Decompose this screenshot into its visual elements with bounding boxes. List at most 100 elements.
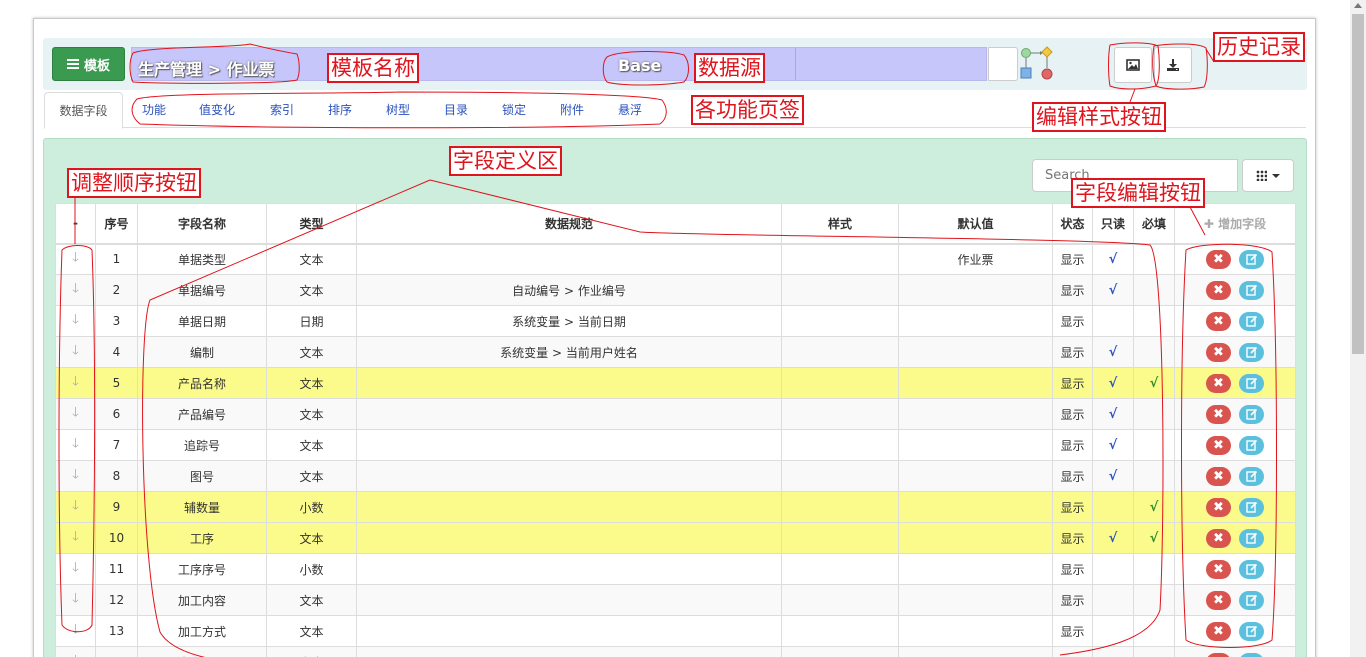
delete-field-button[interactable]: ✖ (1206, 528, 1231, 548)
row-field-type: 小数 (266, 491, 357, 523)
close-icon: ✖ (1213, 344, 1224, 360)
delete-field-button[interactable]: ✖ (1206, 249, 1231, 269)
row-field-name[interactable]: 生产单元 (137, 646, 267, 657)
row-field-name[interactable]: 图号 (137, 460, 267, 492)
tab-value-change[interactable]: 值变化 (199, 101, 235, 118)
move-down-handle[interactable]: 🡓 (55, 646, 96, 657)
tab-data-fields[interactable]: 数据字段 (44, 92, 123, 129)
edit-field-button[interactable] (1239, 528, 1264, 548)
delete-field-button[interactable]: ✖ (1206, 311, 1231, 331)
move-down-handle[interactable]: 🡓 (55, 429, 96, 461)
move-down-handle[interactable]: 🡓 (55, 460, 96, 492)
edit-field-button[interactable] (1239, 652, 1264, 657)
move-down-handle[interactable]: 🡓 (55, 274, 96, 306)
row-field-name[interactable]: 追踪号 (137, 429, 267, 461)
table-row: 🡓 6 产品编号 文本 显示 √ ✖ (55, 398, 1296, 430)
delete-field-button[interactable]: ✖ (1206, 404, 1231, 424)
template-button[interactable]: 模板 (52, 47, 125, 81)
move-down-handle[interactable]: 🡓 (55, 243, 96, 275)
template-button-label: 模板 (83, 58, 110, 74)
delete-field-button[interactable]: ✖ (1206, 373, 1231, 393)
column-toggle-button[interactable] (1242, 159, 1294, 192)
row-status: 显示 (1052, 274, 1093, 306)
edit-field-button[interactable] (1239, 435, 1264, 455)
row-field-name[interactable]: 辅数量 (137, 491, 267, 523)
delete-field-button[interactable]: ✖ (1206, 497, 1231, 517)
row-actions: ✖ (1174, 429, 1296, 461)
row-field-name[interactable]: 单据类型 (137, 243, 267, 275)
scrollbar-thumb[interactable] (1352, 14, 1364, 354)
tab-catalog[interactable]: 目录 (444, 101, 468, 118)
row-field-name[interactable]: 单据日期 (137, 305, 267, 337)
scroll-up-icon[interactable] (1354, 3, 1362, 8)
close-icon: ✖ (1213, 530, 1224, 546)
tab-index[interactable]: 索引 (270, 101, 294, 118)
name-field-addon[interactable] (988, 47, 1018, 81)
row-status: 显示 (1052, 553, 1093, 585)
row-field-name[interactable]: 加工内容 (137, 584, 267, 616)
row-readonly (1092, 305, 1134, 337)
row-actions: ✖ (1174, 646, 1296, 657)
move-down-handle[interactable]: 🡓 (55, 398, 96, 430)
edit-field-button[interactable] (1239, 373, 1264, 393)
move-down-handle[interactable]: 🡓 (55, 553, 96, 585)
edit-field-button[interactable] (1239, 342, 1264, 362)
row-field-type: 文本 (266, 274, 357, 306)
row-default-value (898, 398, 1053, 430)
row-index: 3 (95, 305, 138, 337)
add-field-button[interactable]: ✚ 增加字段 (1174, 203, 1296, 245)
edit-field-button[interactable] (1239, 404, 1264, 424)
delete-field-button[interactable]: ✖ (1206, 342, 1231, 362)
edit-field-button[interactable] (1239, 497, 1264, 517)
edit-field-button[interactable] (1239, 590, 1264, 610)
row-required: √ (1133, 367, 1175, 399)
row-field-name[interactable]: 产品编号 (137, 398, 267, 430)
edit-field-button[interactable] (1239, 466, 1264, 486)
row-actions: ✖ (1174, 522, 1296, 554)
move-down-handle[interactable]: 🡓 (55, 336, 96, 368)
tab-tree[interactable]: 树型 (386, 101, 410, 118)
row-data-spec (356, 584, 782, 616)
move-down-handle[interactable]: 🡓 (55, 491, 96, 523)
edit-field-button[interactable] (1239, 621, 1264, 641)
row-field-name[interactable]: 加工方式 (137, 615, 267, 647)
edit-field-button[interactable] (1239, 311, 1264, 331)
tab-sort[interactable]: 排序 (328, 101, 352, 118)
row-field-name[interactable]: 工序序号 (137, 553, 267, 585)
field-divider (795, 48, 796, 80)
delete-field-button[interactable]: ✖ (1206, 466, 1231, 486)
move-down-handle[interactable]: 🡓 (55, 584, 96, 616)
edit-style-button[interactable] (1114, 47, 1152, 83)
edit-field-button[interactable] (1239, 249, 1264, 269)
move-down-handle[interactable]: 🡓 (55, 615, 96, 647)
delete-field-button[interactable]: ✖ (1206, 435, 1231, 455)
move-down-handle[interactable]: 🡓 (55, 367, 96, 399)
row-field-name[interactable]: 编制 (137, 336, 267, 368)
move-down-handle[interactable]: 🡓 (55, 305, 96, 337)
tab-float[interactable]: 悬浮 (618, 101, 642, 118)
delete-field-button[interactable]: ✖ (1206, 590, 1231, 610)
row-field-name[interactable]: 工序 (137, 522, 267, 554)
edit-field-button[interactable] (1239, 559, 1264, 579)
delete-field-button[interactable]: ✖ (1206, 280, 1231, 300)
row-field-name[interactable]: 产品名称 (137, 367, 267, 399)
tab-lock[interactable]: 锁定 (502, 101, 526, 118)
delete-field-button[interactable]: ✖ (1206, 559, 1231, 579)
row-field-name[interactable]: 单据编号 (137, 274, 267, 306)
row-actions: ✖ (1174, 615, 1296, 647)
delete-field-button[interactable]: ✖ (1206, 652, 1231, 657)
tab-function[interactable]: 功能 (142, 101, 166, 118)
tab-attachment[interactable]: 附件 (560, 101, 584, 118)
move-down-handle[interactable]: 🡓 (55, 522, 96, 554)
row-readonly-mark: √ (1108, 468, 1118, 484)
row-actions: ✖ (1174, 274, 1296, 306)
arrow-down-icon: 🡓 (72, 622, 79, 637)
hamburger-icon (66, 59, 79, 69)
flowchart-icon[interactable] (1020, 46, 1056, 82)
history-button[interactable] (1154, 47, 1192, 83)
row-style (781, 429, 899, 461)
delete-field-button[interactable]: ✖ (1206, 621, 1231, 641)
table-row: 🡓 8 图号 文本 显示 √ ✖ (55, 460, 1296, 492)
edit-field-button[interactable] (1239, 280, 1264, 300)
row-status: 显示 (1052, 460, 1093, 492)
